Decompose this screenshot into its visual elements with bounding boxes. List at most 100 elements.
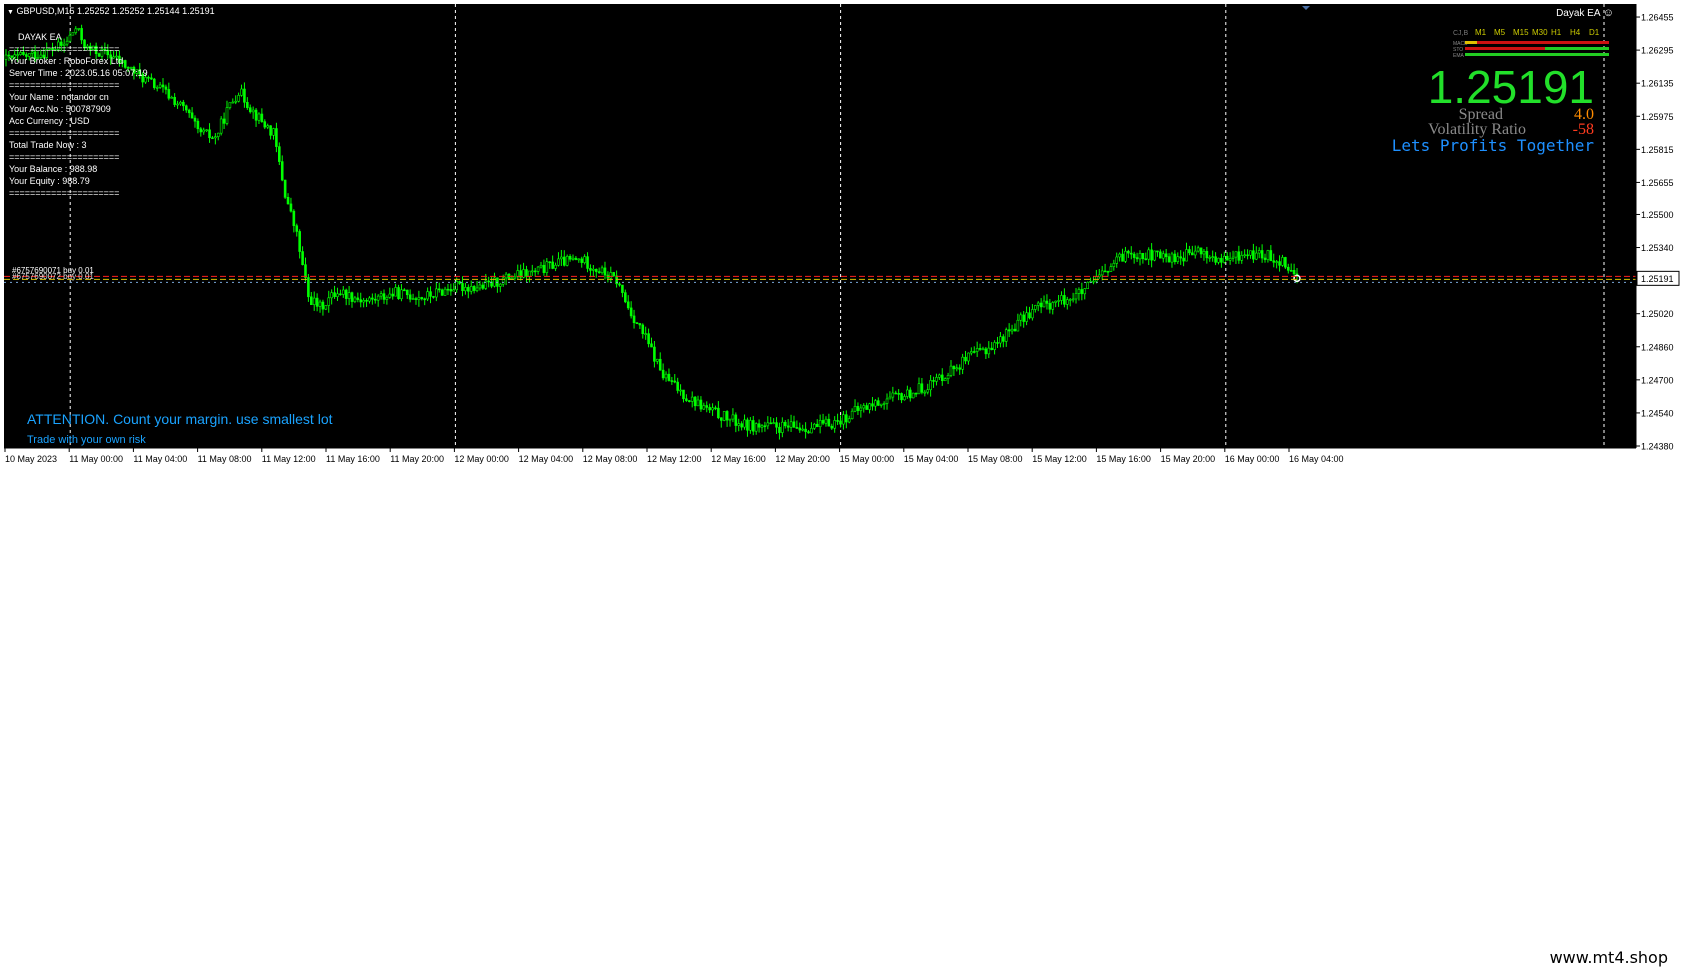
candle-body (420, 297, 424, 300)
candle-body (199, 128, 203, 133)
candle-body (673, 380, 677, 383)
candle-body (272, 128, 275, 136)
candle-body (1217, 257, 1220, 263)
info-line: Your Balance : 988.98 (9, 164, 98, 174)
candle-body (1208, 257, 1212, 259)
candle-body (894, 392, 898, 395)
candle-body (1086, 282, 1089, 289)
candle-body (391, 293, 395, 297)
candle-body (467, 287, 470, 292)
candle-body (865, 405, 868, 410)
chart-window[interactable]: 1.26455 1.26295 1.26135 1.25975 1.25815 1.256… (0, 0, 1682, 470)
candle-body (1141, 252, 1145, 260)
candle-body (266, 125, 269, 128)
candle-body (690, 396, 694, 402)
candle-body (1042, 300, 1046, 308)
candle-body (839, 420, 842, 425)
candle-body (775, 422, 778, 428)
candle-body (705, 405, 709, 408)
candle-body (830, 425, 834, 429)
candle-body (365, 300, 368, 302)
candle-body (670, 380, 674, 382)
candle-body (798, 427, 802, 431)
candle-body (542, 264, 546, 273)
candle-body (624, 292, 627, 303)
candle-body (1240, 255, 1244, 261)
candle-body (972, 351, 976, 353)
candle-body (339, 293, 342, 296)
candle-body (600, 267, 604, 274)
candle-body (964, 356, 967, 362)
candle-body (382, 293, 386, 300)
candle-body (946, 375, 950, 379)
candle-body (815, 423, 819, 428)
candle-body (1118, 253, 1121, 258)
candle-body (469, 286, 473, 292)
candle-body (472, 286, 476, 291)
candle-body (562, 256, 566, 266)
dropdown-triangle-icon[interactable]: ▼ (7, 9, 14, 16)
candle-body (1034, 305, 1037, 310)
candle-body (429, 291, 432, 297)
candle-body (487, 280, 490, 283)
candle-body (237, 95, 240, 102)
candle-body (632, 315, 636, 323)
candle-body (568, 255, 572, 260)
candle-body (1214, 256, 1217, 263)
candle-body (336, 293, 339, 298)
candle-body (667, 373, 671, 381)
candle-body (548, 261, 552, 264)
candle-body (371, 297, 374, 300)
candle-body (545, 261, 549, 273)
candle-body (696, 399, 700, 407)
candle-body (257, 113, 261, 121)
candle-body (1191, 252, 1194, 256)
candle-body (350, 292, 354, 302)
candle-body (423, 298, 427, 301)
candle-body (821, 420, 825, 424)
candle-body (836, 420, 839, 422)
x-tick-label: 12 May 20:00 (775, 454, 830, 464)
y-tick-label: 1.26135 (1641, 79, 1674, 89)
candle-body (594, 268, 598, 272)
candle-body (1199, 247, 1203, 255)
candle-body (571, 257, 575, 260)
candle-body (275, 128, 278, 147)
candle-body (612, 272, 616, 277)
candle-body (405, 289, 409, 296)
candle-body (853, 406, 857, 412)
attention-line-1: ATTENTION. Count your margin. use smalle… (27, 411, 333, 427)
candle-body (943, 378, 947, 382)
candle-body (786, 425, 790, 428)
candle-body (999, 336, 1002, 344)
candle-body (1263, 257, 1267, 260)
candle-body (565, 255, 569, 266)
candle-body (68, 34, 72, 42)
candle-body (193, 117, 197, 122)
candle-body (961, 356, 964, 370)
candle-body (1039, 302, 1043, 308)
candle-body (1196, 247, 1200, 252)
tf-label-h1: H1 (1551, 28, 1562, 37)
indicator-bar (1465, 41, 1609, 44)
candle-body (1127, 250, 1130, 254)
candle-body (842, 414, 845, 425)
candle-body (699, 399, 703, 410)
candle-body (1246, 254, 1249, 257)
indicator-bar-segment (1465, 41, 1477, 44)
candle-body (1286, 266, 1290, 271)
candle-body (1010, 328, 1014, 332)
candle-body (478, 284, 482, 289)
candle-body (170, 96, 174, 99)
candle-body (1004, 329, 1008, 342)
candle-body (464, 287, 467, 292)
candle-body (859, 407, 863, 411)
candle-body (804, 428, 807, 432)
candle-body (740, 423, 743, 428)
candle-body (315, 297, 319, 307)
info-line: ===================== (9, 188, 120, 198)
ea-badge[interactable]: Dayak EA ☺ (1556, 7, 1614, 19)
candle-body (513, 276, 517, 279)
candle-body (629, 307, 633, 317)
candle-body (734, 414, 738, 426)
